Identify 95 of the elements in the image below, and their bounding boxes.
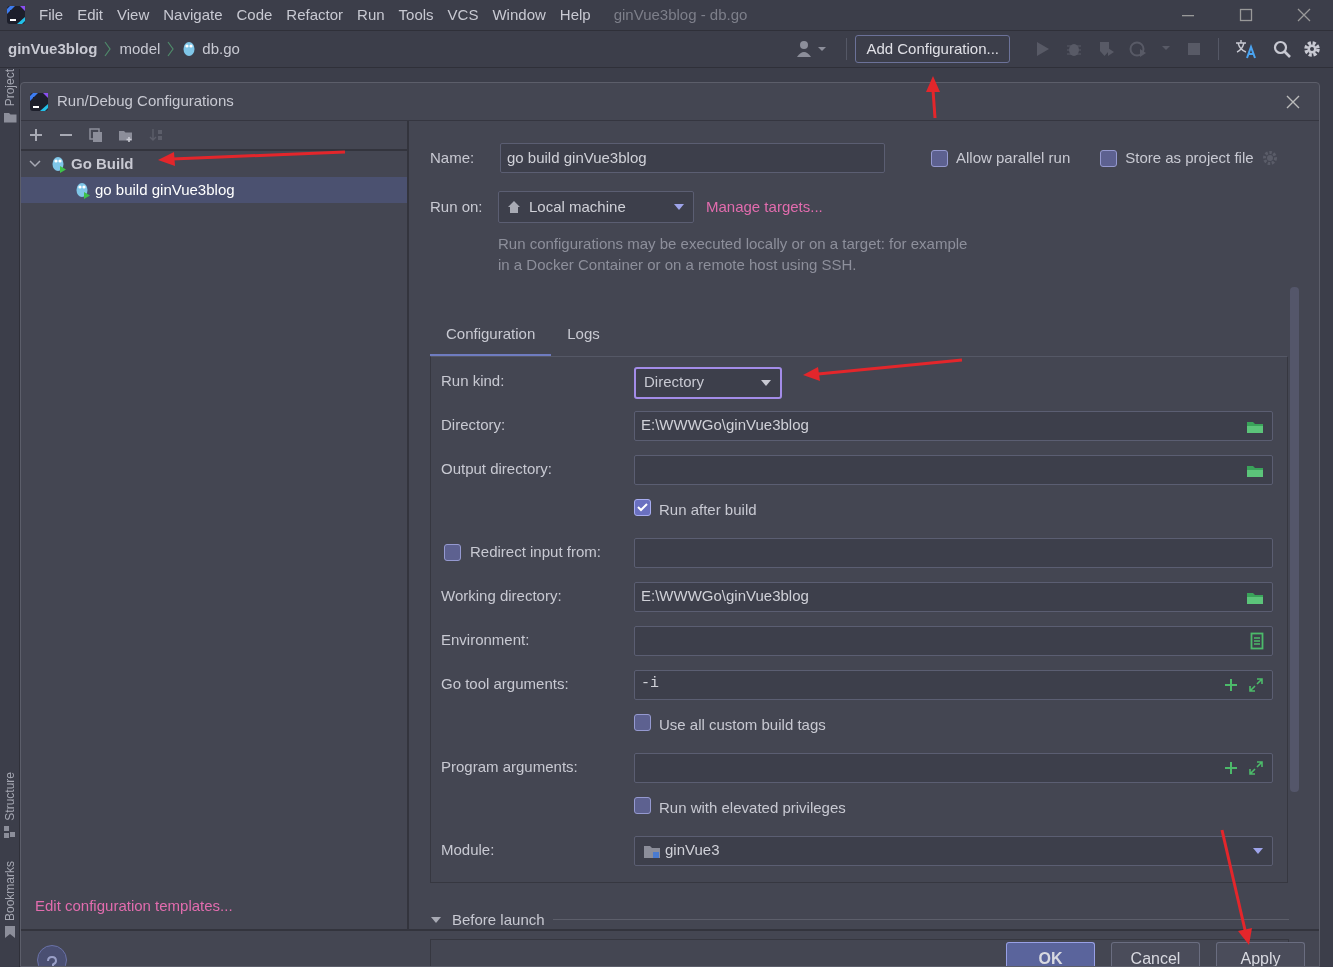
gopher-icon [51,155,67,173]
home-icon [507,200,521,214]
input-field[interactable] [634,625,1273,656]
name-field[interactable]: go build ginVue3blog [500,143,885,173]
triangle-icon[interactable] [430,915,442,924]
app-logo-icon [29,91,49,112]
checkbox[interactable] [634,498,651,516]
breadcrumb-item[interactable]: db.go [202,37,240,61]
dialog-button[interactable]: Cancel [1111,942,1200,966]
section-heading[interactable]: Before launch [452,908,545,931]
window-title: ginVue3blog - db.go [613,4,748,25]
copy-icon[interactable] [89,128,103,142]
run-kind-dropdown[interactable]: Directory [634,366,782,399]
run-target-dropdown[interactable]: Local machine [498,191,694,223]
add-icon[interactable] [29,128,43,142]
menu-item[interactable]: Window [485,3,553,27]
menu-item[interactable]: Run [350,3,392,27]
tool-window-tab[interactable]: Project [0,69,19,107]
structure-icon[interactable] [2,824,17,839]
menu-item[interactable]: Tools [391,3,441,27]
dialog-button[interactable]: Apply [1216,942,1305,966]
checkbox-label: Allow parallel run [956,147,1071,168]
chevron-icon[interactable] [29,158,41,170]
menu-item[interactable]: Code [229,3,280,27]
menu-item[interactable]: Refactor [279,3,351,27]
checkbox[interactable] [931,149,948,167]
gopher-icon [75,181,91,199]
input-field[interactable]: E:\WWWGo\ginVue3blog [634,581,1273,612]
input-field[interactable] [634,752,1273,783]
menu-item[interactable]: File [32,3,71,27]
run-configuration-button[interactable]: Add Configuration... [855,34,1010,64]
document-icon[interactable] [1250,631,1264,650]
checkbox-label: Use all custom build tags [659,714,826,735]
module-dropdown[interactable]: ginVue3 [634,835,1273,866]
translate-icon[interactable] [1235,39,1257,59]
checkbox[interactable] [634,713,651,731]
annotation-arrow [926,76,940,119]
checkbox[interactable] [444,544,461,561]
user-icon[interactable] [796,40,829,58]
breadcrumb-item[interactable]: model [119,37,161,61]
help-button[interactable] [37,945,67,966]
tool-window-tab[interactable]: Structure [0,772,19,821]
field-label: Output directory: [441,459,552,480]
tree-item[interactable]: go build ginVue3blog [21,177,407,203]
add-icon[interactable] [1224,677,1238,692]
input-field[interactable] [634,454,1273,485]
dialog-button[interactable]: OK [1006,942,1095,966]
checkbox[interactable] [1100,149,1118,167]
field-label: Name: [430,147,476,168]
field-label: Working directory: [441,586,562,607]
settings-icon[interactable] [1303,40,1321,58]
input-field[interactable]: -i [634,669,1273,700]
field-label: Module: [441,840,495,861]
hint-text: Run configurations may be executed locally or on a target: for example in a Docker Container or on a remote host using SSH. [498,234,968,275]
field-label: Run kind: [441,371,505,392]
menu-item[interactable]: Help [552,3,598,27]
checkbox-label: Run with elevated privileges [659,797,846,818]
add-icon[interactable] [1224,760,1238,775]
tool-window-tab[interactable]: Bookmarks [0,860,19,921]
tree-item[interactable]: Go Build [21,151,407,177]
menu-item[interactable]: View [110,3,157,27]
tab[interactable]: Configuration [430,315,552,356]
close-icon[interactable] [1285,93,1301,110]
expand-icon[interactable] [1248,676,1264,693]
field-label: Run on: [430,196,484,217]
field-label: Go tool arguments: [441,674,569,695]
checkbox[interactable] [634,796,651,814]
maximize-icon[interactable] [1238,7,1254,23]
field-label: Redirect input from: [470,542,601,563]
field-label: Program arguments: [441,757,578,778]
input-field[interactable]: E:\WWWGo\ginVue3blog [634,410,1273,441]
menu-item[interactable]: Navigate [156,3,230,27]
checkmark-icon [637,502,648,512]
caret-icon [1252,846,1264,855]
tab[interactable]: Logs [551,315,616,356]
checkbox-label: Run after build [659,499,757,520]
expand-icon[interactable] [1248,759,1264,776]
close-icon[interactable] [1296,7,1312,23]
field-label: Environment: [441,630,530,651]
app-logo-icon [6,5,26,25]
checkbox-label: Store as project file [1125,147,1254,168]
dialog-title: Run/Debug Configurations [57,91,234,112]
breadcrumb-item[interactable]: ginVue3blog [8,37,98,61]
menu-item[interactable]: Edit [70,3,111,27]
folder-icon[interactable] [2,110,17,125]
gopher-icon [182,40,197,58]
search-icon[interactable] [1273,40,1291,58]
scrollbar[interactable] [1290,287,1299,792]
input-field[interactable] [634,537,1273,568]
caret-icon [673,203,685,211]
menu-item[interactable]: VCS [440,3,486,27]
folder-icon[interactable] [119,128,133,142]
caret-icon [760,378,772,387]
field-label: Directory: [441,415,506,436]
bookmark-icon[interactable] [2,925,17,939]
